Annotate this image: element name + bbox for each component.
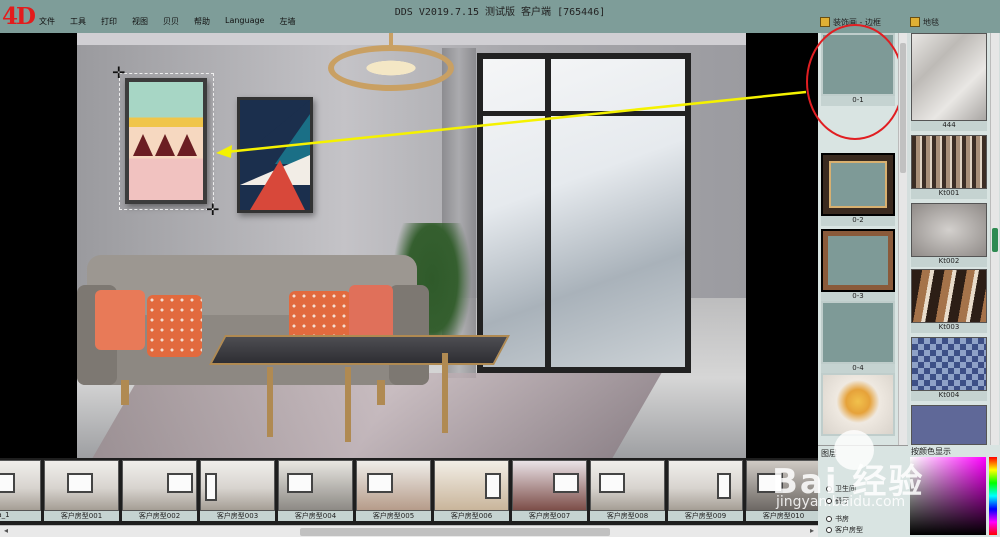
menu-bar: 文件 工具 打印 视图 贝贝 帮助 Language 左墙 (39, 16, 310, 27)
selection-box[interactable] (119, 73, 214, 210)
crosshair-icon[interactable]: ✛ (112, 65, 125, 81)
carpet-thumb[interactable]: Kt002 (911, 203, 987, 267)
frame-thumb[interactable]: 0-2 (821, 153, 895, 226)
pillow (147, 295, 202, 357)
menu-left-wall[interactable]: 左墙 (279, 16, 295, 27)
scene-thumb[interactable]: 客户房型006 (434, 460, 509, 521)
chandelier (328, 33, 458, 95)
carpet-thumb[interactable]: Kt003 (911, 269, 987, 333)
crosshair-icon[interactable]: ✛ (206, 202, 219, 218)
frame-thumb[interactable]: 0-3 (821, 229, 895, 302)
frame-thumb[interactable]: 0-4 (821, 301, 895, 374)
menu-beibei[interactable]: 贝贝 (163, 16, 179, 27)
scene-thumb[interactable]: 客户房型008 (590, 460, 665, 521)
scene-thumb[interactable]: 客户房型002 (122, 460, 197, 521)
coffee-table (209, 335, 510, 365)
menu-view[interactable]: 视图 (132, 16, 148, 27)
wall-art-right[interactable] (237, 97, 313, 213)
frame-thumb[interactable] (821, 373, 895, 436)
menu-language[interactable]: Language (225, 16, 264, 27)
watermark: Bai 经验 jingyan.baidu.com (772, 430, 972, 510)
balcony-door (477, 53, 691, 373)
carpet-thumb[interactable]: Kt001 (911, 135, 987, 199)
menu-print[interactable]: 打印 (101, 16, 117, 27)
layer-item[interactable]: 书房 (826, 514, 849, 524)
carpets-scrollbar[interactable] (990, 33, 999, 445)
scroll-left-icon[interactable]: ◂ (0, 526, 12, 537)
scene-thumb[interactable]: a_1 (0, 460, 41, 521)
folder-icon (910, 17, 920, 27)
scene-thumb[interactable]: 客户房型004 (278, 460, 353, 521)
hue-slider[interactable] (989, 457, 997, 535)
design-viewport[interactable]: ✛ ✛ (0, 33, 818, 458)
carpet-thumb[interactable]: 444 (911, 33, 987, 131)
highlight-circle (806, 24, 904, 140)
scroll-right-icon[interactable]: ▸ (806, 526, 818, 537)
scene-thumb[interactable]: 客户房型003 (200, 460, 275, 521)
layer-item[interactable]: 客户房型 (826, 525, 863, 535)
scene-thumb[interactable]: 客户房型009 (668, 460, 743, 521)
menu-help[interactable]: 帮助 (194, 16, 210, 27)
scene-strip: a_1 客户房型001 客户房型002 客户房型003 客户房型004 客户房型… (0, 458, 821, 525)
scene-thumb[interactable]: 客户房型001 (44, 460, 119, 521)
pillow (95, 290, 145, 350)
room-render[interactable]: ✛ ✛ (77, 33, 746, 458)
scene-scrollbar[interactable]: ◂ ▸ (0, 525, 818, 537)
carpet-thumb[interactable]: Kt004 (911, 337, 987, 401)
scene-thumb[interactable]: 客户房型007 (512, 460, 587, 521)
sofa (77, 255, 429, 405)
menu-tools[interactable]: 工具 (70, 16, 86, 27)
carpets-header: 地毯 (910, 14, 939, 30)
folder-icon (820, 17, 830, 27)
scene-thumb[interactable]: 客户房型005 (356, 460, 431, 521)
menu-file[interactable]: 文件 (39, 16, 55, 27)
